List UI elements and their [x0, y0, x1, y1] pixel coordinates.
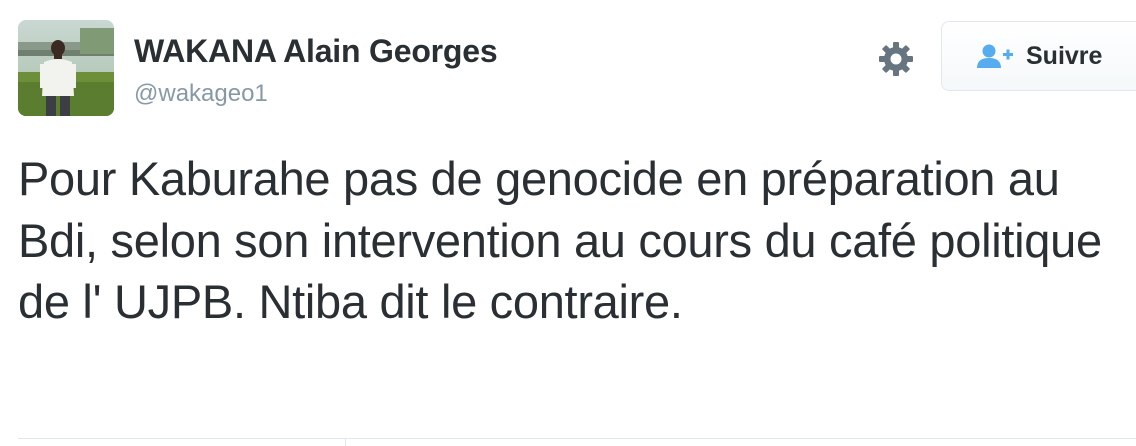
author-display-name[interactable]: WAKANA Alain Georges — [134, 33, 498, 70]
author-avatar[interactable] — [18, 20, 114, 116]
tweet-text: Pour Kaburahe pas de genocide en prépara… — [18, 152, 1102, 328]
gear-icon[interactable] — [876, 39, 916, 79]
add-user-icon — [976, 43, 1016, 69]
follow-button[interactable]: Suivre — [941, 21, 1136, 91]
divider — [18, 438, 1136, 439]
tweet-card: WAKANA Alain Georges @wakageo1 Suivre Po… — [0, 0, 1136, 446]
divider-tick — [345, 438, 346, 446]
author-handle[interactable]: @wakageo1 — [134, 80, 268, 108]
follow-button-label: Suivre — [1026, 41, 1103, 70]
profile-photo-icon — [18, 20, 114, 116]
